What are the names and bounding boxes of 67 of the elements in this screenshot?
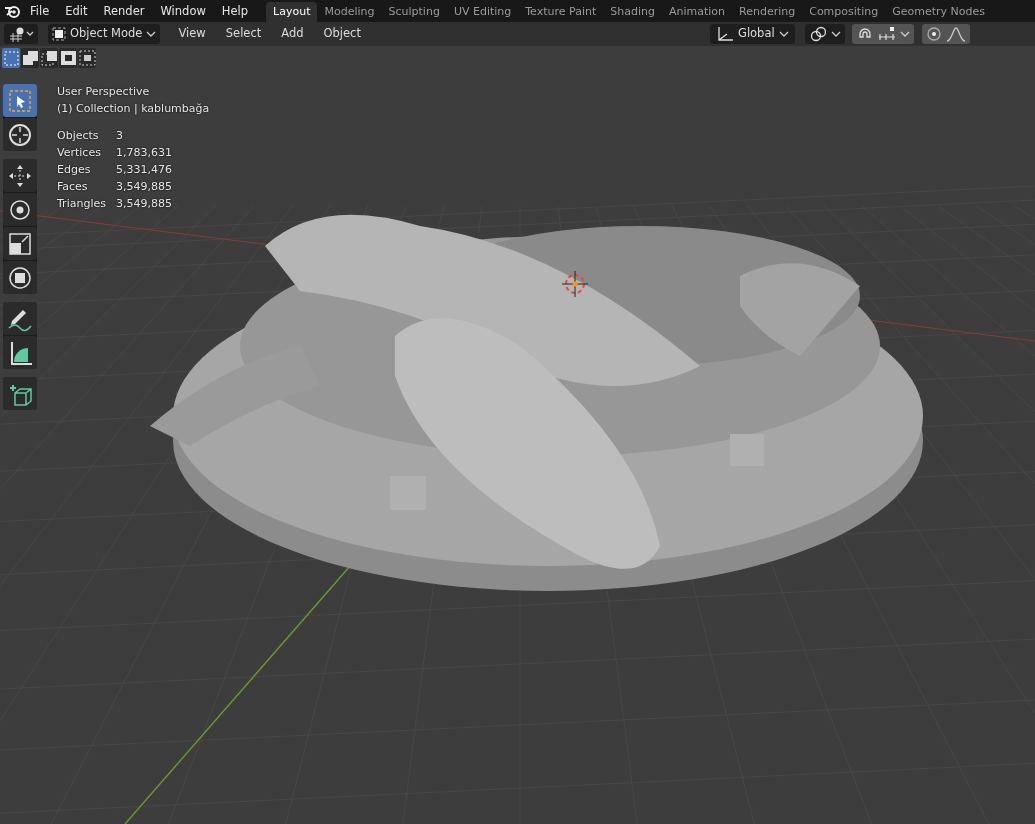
header-menu[interactable]: View xyxy=(170,25,214,43)
caret-icon xyxy=(830,30,841,38)
caret-icon xyxy=(146,30,157,38)
stat-value: 3 xyxy=(116,128,124,144)
caret-icon xyxy=(778,30,789,38)
mode-dropdown[interactable]: Object Mode xyxy=(48,24,161,44)
workspace-tab[interactable]: Texture Paint xyxy=(518,2,604,22)
menu-item[interactable]: File xyxy=(22,1,58,21)
cursor-icon xyxy=(7,121,33,148)
selection-mode-button[interactable] xyxy=(78,48,96,68)
header-menu[interactable]: Select xyxy=(217,25,270,43)
view-name: User Perspective xyxy=(57,84,151,100)
workspace-tab[interactable]: Geometry Nodes xyxy=(885,2,992,22)
tool-button[interactable] xyxy=(3,336,37,369)
select-box-icon xyxy=(7,87,33,114)
increment-icon xyxy=(877,26,896,42)
workspace-tab[interactable]: Shading xyxy=(603,2,662,22)
app-logo-icon[interactable] xyxy=(4,3,22,19)
workspace-tab[interactable]: UV Editing xyxy=(446,2,519,22)
cube-icon xyxy=(52,27,66,41)
stat-label: Vertices xyxy=(57,145,102,161)
stat-value: 3,549,885 xyxy=(116,196,173,212)
workspace-tab[interactable]: Compositing xyxy=(802,2,886,22)
link-icon xyxy=(808,26,827,42)
tool-button[interactable] xyxy=(3,193,37,226)
3d-cursor-icon xyxy=(561,270,589,298)
target-icon xyxy=(925,26,942,42)
caret-icon xyxy=(899,30,910,38)
menu-item[interactable]: Edit xyxy=(57,1,96,21)
workspace-tab[interactable]: Modeling xyxy=(317,2,382,22)
workspace-tab[interactable]: Animation xyxy=(661,2,733,22)
tool-button[interactable] xyxy=(3,84,37,117)
stat-label: Edges xyxy=(57,162,92,178)
menu-item[interactable]: Help xyxy=(213,1,257,21)
snap-toggle[interactable] xyxy=(851,24,914,44)
stat-label: Objects xyxy=(57,128,100,144)
workspace-tab[interactable]: Rendering xyxy=(732,2,803,22)
tool-button[interactable] xyxy=(3,159,37,192)
tool-button[interactable] xyxy=(3,227,37,260)
tool-button[interactable] xyxy=(3,377,37,410)
stat-value: 1,783,631 xyxy=(116,145,173,161)
stat-label: Triangles xyxy=(57,196,107,212)
editor-type-button[interactable] xyxy=(4,24,38,44)
stat-label: Faces xyxy=(57,179,89,195)
selection-mode-button[interactable] xyxy=(40,48,58,68)
transform-icon xyxy=(7,264,33,291)
tool-button[interactable] xyxy=(3,118,37,151)
stat-value: 5,331,476 xyxy=(116,162,173,178)
selection-mode-button[interactable] xyxy=(59,48,77,68)
tool-button[interactable] xyxy=(3,302,37,335)
workspace-tab[interactable]: Layout xyxy=(266,2,318,22)
editor-icon xyxy=(8,26,34,42)
proportional-editing-toggle[interactable] xyxy=(921,24,970,44)
stat-value: 3,549,885 xyxy=(116,179,173,195)
tool-button[interactable] xyxy=(3,261,37,294)
pivot-dropdown[interactable] xyxy=(804,24,845,44)
orientation-dropdown[interactable]: Global xyxy=(709,24,795,44)
header-menu[interactable]: Add xyxy=(273,25,312,43)
falloff-curve-icon xyxy=(945,26,966,42)
header-menu[interactable]: Object xyxy=(315,25,369,43)
selection-mode-button[interactable] xyxy=(21,48,39,68)
menu-item[interactable]: Render xyxy=(95,1,153,21)
workspace-tab[interactable]: Sculpting xyxy=(381,2,447,22)
scale-icon xyxy=(7,230,33,257)
menu-item[interactable]: Window xyxy=(152,1,214,21)
axes-icon xyxy=(715,26,734,42)
collection-label: (1) Collection | kablumbağa xyxy=(57,101,210,117)
